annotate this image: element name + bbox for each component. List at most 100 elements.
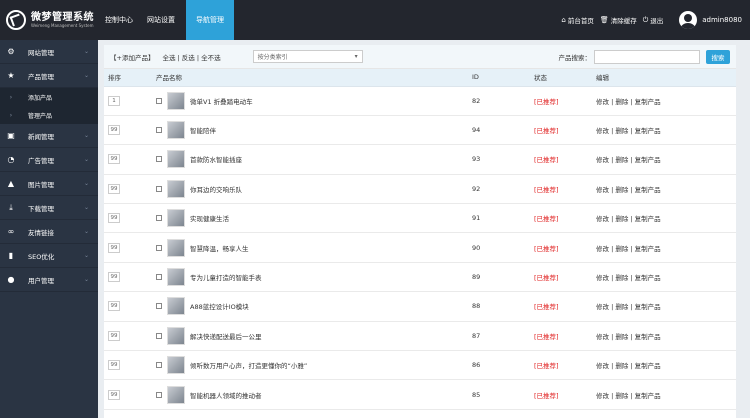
edit-actions[interactable]: 修改 | 删除 | 复制产品 xyxy=(596,274,661,282)
sidebar-item-seo[interactable]: ▮ SEO优化 ⌄ xyxy=(0,244,98,268)
name-cell: 倾听数万用户心声，打造更懂你的“小雅” xyxy=(156,350,472,381)
sort-input[interactable]: 1 xyxy=(108,95,120,106)
sort-input[interactable]: 99 xyxy=(108,272,120,283)
edit-actions[interactable]: 修改 | 删除 | 复制产品 xyxy=(596,333,661,341)
sort-input[interactable]: 99 xyxy=(108,183,120,194)
edit-actions[interactable]: 修改 | 删除 | 复制产品 xyxy=(596,245,661,253)
edit-cell: 修改 | 删除 | 复制产品 xyxy=(596,203,736,234)
sidebar-item-links[interactable]: ∞ 友情链接 ⌄ xyxy=(0,220,98,244)
header-id: ID xyxy=(472,69,534,87)
row-checkbox[interactable] xyxy=(156,156,162,163)
sort-input[interactable]: 99 xyxy=(108,242,120,253)
edit-actions[interactable]: 修改 | 删除 | 复制产品 xyxy=(596,156,661,164)
row-checkbox[interactable] xyxy=(156,332,162,339)
row-checkbox[interactable] xyxy=(156,274,162,281)
edit-actions[interactable]: 修改 | 删除 | 复制产品 xyxy=(596,303,661,311)
product-name[interactable]: 微单V1 折叠踏电动车 xyxy=(190,96,253,106)
sidebar-item-images[interactable]: ▲ 图片管理 ⌄ xyxy=(0,172,98,196)
recommended-status[interactable]: [已推荐] xyxy=(534,392,559,400)
product-name[interactable]: 你耳边的交响乐队 xyxy=(190,184,242,194)
recommended-status[interactable]: [已推荐] xyxy=(534,127,559,135)
product-name[interactable]: 首款防水智能插座 xyxy=(190,154,242,164)
product-name[interactable]: 倾听数万用户心声，打造更懂你的“小雅” xyxy=(190,360,307,370)
id-cell: 85 xyxy=(472,379,534,410)
recommended-status[interactable]: [已推荐] xyxy=(534,215,559,223)
logout-link[interactable]: ⏻ 退出 xyxy=(643,15,664,26)
edit-actions[interactable]: 修改 | 删除 | 复制产品 xyxy=(596,392,661,400)
row-checkbox[interactable] xyxy=(156,185,162,192)
sidebar-item-ads[interactable]: ◔ 广告管理 ⌄ xyxy=(0,148,98,172)
sidebar-sub-add-product[interactable]: › 添加产品 xyxy=(0,88,98,106)
product-name[interactable]: 智能陪伴 xyxy=(190,125,216,135)
add-product-button[interactable]: 【+添加产品】 xyxy=(110,52,154,62)
product-thumbnail xyxy=(167,356,185,375)
recommended-status[interactable]: [已推荐] xyxy=(534,362,559,370)
sidebar-item-users[interactable]: ● 用户管理 ⌄ xyxy=(0,268,98,292)
edit-actions[interactable]: 修改 | 删除 | 复制产品 xyxy=(596,98,661,106)
id-cell: 90 xyxy=(472,232,534,263)
avatar[interactable] xyxy=(679,11,698,29)
logo[interactable]: 微梦管理系统 Weimeng Management System xyxy=(0,0,98,40)
row-checkbox[interactable] xyxy=(156,215,162,222)
sort-input[interactable]: 99 xyxy=(108,301,120,312)
sidebar-item-news[interactable]: ▣ 新闻管理 ⌄ xyxy=(0,124,98,148)
sidebar-item-products[interactable]: ★ 产品管理 ⌄ xyxy=(0,64,98,88)
status-cell: [已推荐] xyxy=(534,321,596,352)
chevron-down-icon: ⌄ xyxy=(84,48,90,55)
invert-selection-link[interactable]: 反选 xyxy=(182,54,195,62)
recommended-status[interactable]: [已推荐] xyxy=(534,156,559,164)
sidebar-item-site[interactable]: ⚙ 网站管理 ⌄ xyxy=(0,40,98,64)
product-thumbnail xyxy=(167,297,185,316)
edit-actions[interactable]: 修改 | 删除 | 复制产品 xyxy=(596,362,661,370)
recommended-status[interactable]: [已推荐] xyxy=(534,274,559,282)
product-name[interactable]: 解决快递配送最后一公里 xyxy=(190,331,262,341)
select-all-link[interactable]: 全选 xyxy=(162,54,175,62)
edit-actions[interactable]: 修改 | 删除 | 复制产品 xyxy=(596,215,661,223)
sidebar-sub-manage-products[interactable]: › 管理产品 xyxy=(0,106,98,124)
product-name[interactable]: 智慧降温，畅享人生 xyxy=(190,243,249,253)
sort-input[interactable]: 99 xyxy=(108,330,120,341)
row-checkbox[interactable] xyxy=(156,127,162,134)
edit-cell: 修改 | 删除 | 复制产品 xyxy=(596,115,736,146)
table-row: 99 实现健康生活 91 [已推荐] 修改 | 删除 | 复制产品 xyxy=(104,203,736,234)
recommended-status[interactable]: [已推荐] xyxy=(534,245,559,253)
row-checkbox[interactable] xyxy=(156,97,162,104)
trash-icon: 🗑 xyxy=(599,16,609,24)
select-none-link[interactable]: 全不选 xyxy=(201,54,221,62)
row-checkbox[interactable] xyxy=(156,391,162,398)
category-select[interactable]: 按分类索引 ▾ xyxy=(252,50,363,63)
recommended-status[interactable]: [已推荐] xyxy=(534,186,559,194)
product-name[interactable]: 专为儿童打造的智能手表 xyxy=(190,272,262,282)
row-checkbox[interactable] xyxy=(156,303,162,310)
home-link[interactable]: ⌂ 前台首页 xyxy=(561,15,593,25)
topnav-nav-management[interactable]: 导航管理 xyxy=(186,0,234,40)
name-cell: 实现健康生活 xyxy=(156,203,472,234)
topnav-site-settings[interactable]: 网站设置 xyxy=(140,0,182,40)
recommended-status[interactable]: [已推荐] xyxy=(534,303,559,311)
clear-cache-link[interactable]: 🗑 清除缓存 xyxy=(600,15,637,25)
sort-input[interactable]: 99 xyxy=(108,154,120,165)
topnav-control-center[interactable]: 控制中心 xyxy=(98,0,140,40)
search-button[interactable]: 搜索 xyxy=(706,49,730,64)
recommended-status[interactable]: [已推荐] xyxy=(534,98,559,106)
status-cell: [已推荐] xyxy=(534,203,596,234)
search-input[interactable] xyxy=(594,49,700,64)
sort-input[interactable]: 99 xyxy=(108,389,120,400)
sidebar-item-downloads[interactable]: ⤓ 下载管理 ⌄ xyxy=(0,196,98,220)
edit-actions[interactable]: 修改 | 删除 | 复制产品 xyxy=(596,186,661,194)
edit-actions[interactable]: 修改 | 删除 | 复制产品 xyxy=(596,127,661,135)
sort-input[interactable]: 99 xyxy=(108,213,120,224)
product-name[interactable]: 实现健康生活 xyxy=(190,213,229,223)
sort-input[interactable]: 99 xyxy=(108,360,120,371)
product-name[interactable]: 智能机器人领域的推动者 xyxy=(190,390,262,400)
username[interactable]: admin8080 xyxy=(702,16,742,24)
sort-cell: 99 xyxy=(104,350,156,381)
bar-chart-icon: ▮ xyxy=(8,251,14,260)
chevron-right-icon: › xyxy=(9,93,13,101)
recommended-status[interactable]: [已推荐] xyxy=(534,333,559,341)
product-name[interactable]: A88蓝控设计IO模块 xyxy=(190,301,249,311)
sort-input[interactable]: 99 xyxy=(108,125,120,136)
row-checkbox[interactable] xyxy=(156,244,162,251)
row-checkbox[interactable] xyxy=(156,362,162,369)
main-content: 【+添加产品】 全选 | 反选 | 全不选 按分类索引 ▾ 产品搜索： 搜索 排… xyxy=(98,40,750,418)
